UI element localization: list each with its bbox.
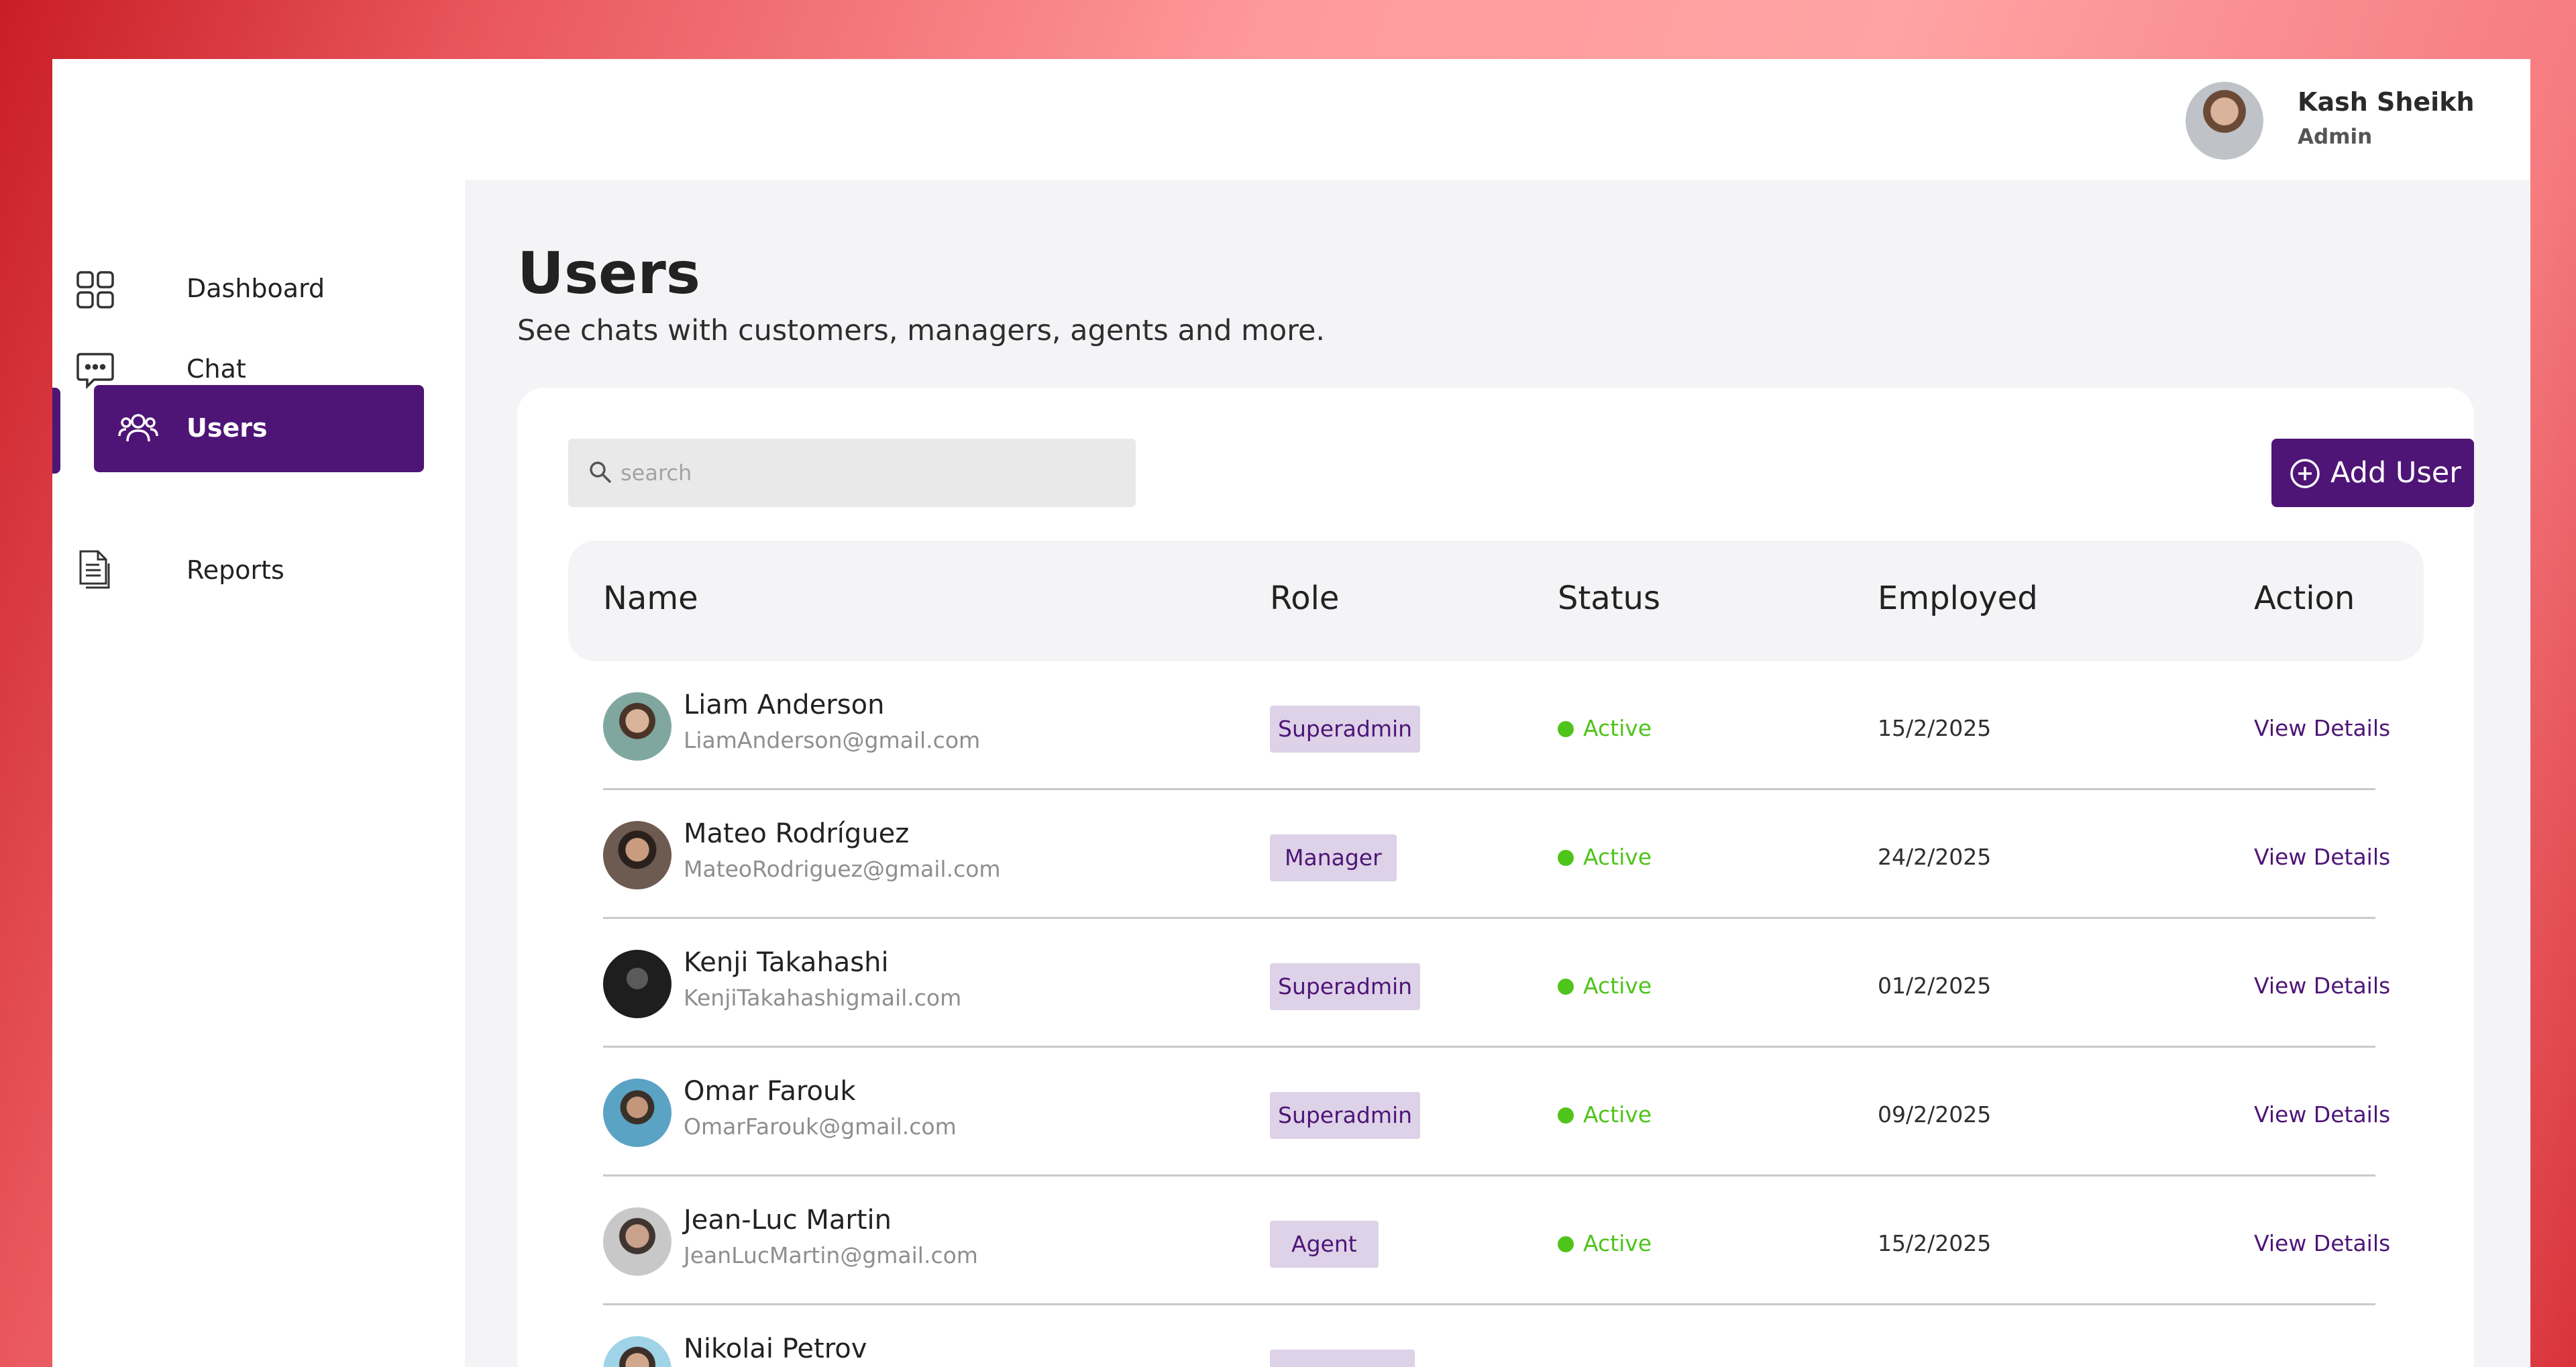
sidebar-item-reports[interactable]: Reports <box>52 549 465 622</box>
status-text: Active <box>1583 1230 1652 1256</box>
main-content: Users See chats with customers, managers… <box>465 180 2530 1367</box>
employed-date: 01/2/2025 <box>1878 973 1992 999</box>
view-details-link[interactable]: View Details <box>2254 715 2390 741</box>
avatar <box>603 1336 672 1367</box>
status-text: Active <box>1583 844 1652 870</box>
sidebar-item-label: Chat <box>186 354 246 384</box>
sidebar-item-dashboard[interactable]: Dashboard <box>52 267 465 341</box>
employed-date: 24/2/2025 <box>1878 844 1992 870</box>
table-row: Kenji Takahashi KenjiTakahashigmail.com … <box>568 919 2424 1048</box>
add-user-label: Add User <box>2330 456 2461 490</box>
grid-icon <box>76 271 114 309</box>
page-subtitle: See chats with customers, managers, agen… <box>517 314 1326 347</box>
status-badge: Active <box>1558 1230 1652 1256</box>
user-email: JeanLucMartin@gmail.com <box>684 1242 978 1268</box>
search-icon <box>590 461 612 484</box>
user-name: Nikolai Petrov <box>684 1333 867 1364</box>
view-details-link[interactable]: View Details <box>2254 1230 2390 1256</box>
app-window: Kash Sheikh Admin Dashboard Chat Users R… <box>52 59 2530 1367</box>
top-header: Kash Sheikh Admin <box>52 59 2530 180</box>
user-name: Kenji Takahashi <box>684 947 889 978</box>
search-box[interactable] <box>568 439 1136 507</box>
search-input[interactable] <box>621 456 1117 490</box>
profile-name: Kash Sheikh <box>2298 87 2475 117</box>
status-badge: Active <box>1558 715 1652 741</box>
plus-circle-icon <box>2290 459 2320 488</box>
user-name: Liam Anderson <box>684 690 885 720</box>
column-header-name[interactable]: Name <box>603 580 698 617</box>
profile-avatar[interactable] <box>2186 82 2263 160</box>
role-badge: Superadmin <box>1270 963 1421 1010</box>
role-badge: Agent <box>1270 1221 1379 1268</box>
user-name: Mateo Rodríguez <box>684 818 910 849</box>
table-row: Omar Farouk OmarFarouk@gmail.com Superad… <box>568 1048 2424 1177</box>
active-indicator <box>52 388 60 474</box>
status-dot-icon <box>1558 1107 1574 1124</box>
user-email: OmarFarouk@gmail.com <box>684 1113 957 1140</box>
add-user-button[interactable]: Add User <box>2271 439 2474 507</box>
view-details-link[interactable]: View Details <box>2254 973 2390 999</box>
table-row: Liam Anderson LiamAnderson@gmail.com Sup… <box>568 661 2424 790</box>
status-badge: Active <box>1558 844 1652 870</box>
users-card: Add User Name Role Status Employed Actio… <box>517 388 2474 1367</box>
sidebar-item-label: Dashboard <box>186 274 325 303</box>
user-name: Jean-Luc Martin <box>684 1205 892 1236</box>
status-dot-icon <box>1558 1236 1574 1252</box>
avatar <box>603 1079 672 1147</box>
sidebar-item-label: Reports <box>186 555 284 585</box>
page-title: Users <box>517 240 700 307</box>
status-badge: Active <box>1558 1101 1652 1128</box>
user-name: Omar Farouk <box>684 1076 856 1107</box>
avatar <box>603 692 672 761</box>
sidebar-item-users[interactable]: Users <box>94 385 424 472</box>
role-badge: Superadmin <box>1270 1092 1421 1139</box>
employed-date: 15/2/2025 <box>1878 715 1992 741</box>
table-header: Name Role Status Employed Action <box>568 541 2424 661</box>
role-badge <box>1270 1350 1415 1367</box>
table-row: Mateo Rodríguez MateoRodriguez@gmail.com… <box>568 790 2424 919</box>
employed-date: 15/2/2025 <box>1878 1230 1992 1256</box>
employed-date: 09/2/2025 <box>1878 1101 1992 1128</box>
role-badge: Superadmin <box>1270 706 1421 753</box>
user-email: MateoRodriguez@gmail.com <box>684 856 1001 882</box>
status-text: Active <box>1583 1101 1652 1128</box>
column-header-status[interactable]: Status <box>1558 580 1660 617</box>
column-header-employed[interactable]: Employed <box>1878 580 2038 617</box>
status-dot-icon <box>1558 721 1574 737</box>
table-row: Nikolai Petrov <box>568 1305 2424 1367</box>
chat-bubble-icon <box>76 353 114 390</box>
sidebar-item-label: Users <box>186 413 268 443</box>
users-icon <box>118 414 158 442</box>
view-details-link[interactable]: View Details <box>2254 844 2390 870</box>
table-row: Jean-Luc Martin JeanLucMartin@gmail.com … <box>568 1177 2424 1305</box>
status-dot-icon <box>1558 850 1574 866</box>
role-badge: Manager <box>1270 834 1397 881</box>
status-dot-icon <box>1558 979 1574 995</box>
document-icon <box>79 550 110 589</box>
column-header-action: Action <box>2254 580 2355 617</box>
avatar <box>603 821 672 889</box>
avatar <box>603 950 672 1018</box>
user-email: KenjiTakahashigmail.com <box>684 985 962 1011</box>
status-text: Active <box>1583 973 1652 999</box>
status-badge: Active <box>1558 973 1652 999</box>
avatar <box>603 1207 672 1276</box>
status-text: Active <box>1583 715 1652 741</box>
user-email: LiamAnderson@gmail.com <box>684 727 981 753</box>
column-header-role[interactable]: Role <box>1270 580 1339 617</box>
sidebar: Dashboard Chat Users Reports <box>52 180 465 1367</box>
view-details-link[interactable]: View Details <box>2254 1101 2390 1128</box>
profile-role: Admin <box>2298 125 2373 149</box>
